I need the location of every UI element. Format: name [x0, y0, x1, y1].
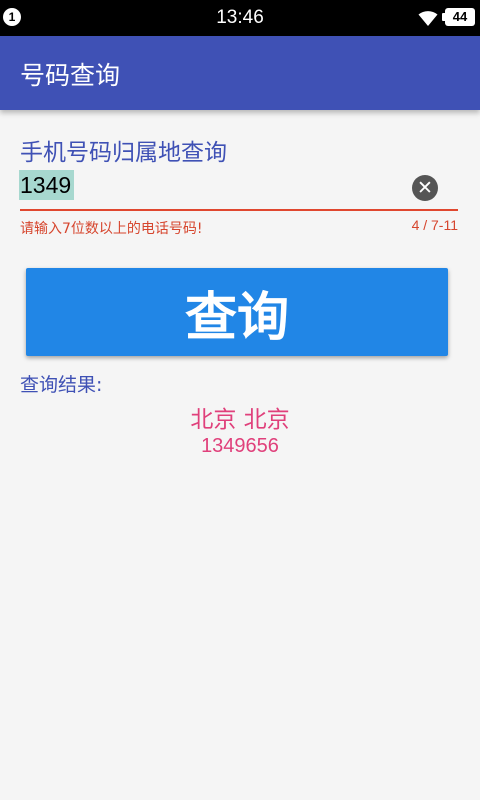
query-button[interactable]: 查询 [26, 268, 448, 356]
app-bar: 号码查询 [0, 36, 480, 110]
clear-input-button[interactable]: ✕ [412, 175, 438, 201]
wifi-icon [418, 11, 438, 26]
result-location: 北京 北京 [190, 407, 290, 433]
status-time: 13:46 [216, 7, 264, 28]
battery-indicator: 44 [442, 8, 475, 26]
input-error-message: 请输入7位数以上的电话号码! [20, 221, 203, 237]
clear-icon: ✕ [417, 177, 433, 199]
phone-number-input[interactable] [20, 168, 400, 202]
input-hint-label: 手机号码归属地查询 [20, 140, 227, 166]
app-title: 号码查询 [20, 61, 121, 90]
result-number: 1349656 [201, 435, 279, 457]
input-underline [20, 209, 458, 211]
status-bar: 1 13:46 44 [0, 0, 480, 36]
result-label: 查询结果: [20, 374, 103, 396]
character-counter: 4 / 7-11 [411, 217, 458, 233]
